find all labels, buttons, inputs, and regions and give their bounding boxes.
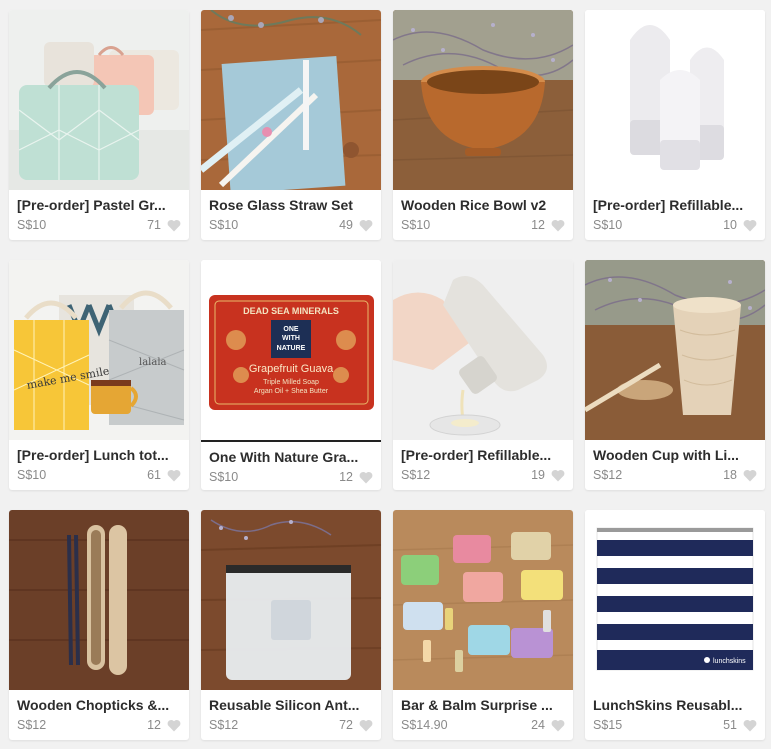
product-card[interactable]: Bar & Balm Surprise ... S$14.90 24 — [393, 510, 573, 740]
heart-icon[interactable] — [743, 219, 757, 232]
product-price: S$14.90 — [401, 718, 448, 732]
product-image[interactable] — [393, 10, 573, 190]
like-group[interactable]: 12 — [147, 718, 181, 732]
like-count: 12 — [147, 718, 161, 732]
soap-line1: Triple Milled Soap — [263, 379, 319, 386]
like-count: 71 — [147, 218, 161, 232]
like-count: 18 — [723, 468, 737, 482]
pouch-brand: lunchskins — [713, 658, 746, 665]
product-image[interactable] — [201, 10, 381, 190]
like-count: 10 — [723, 218, 737, 232]
like-group[interactable]: 19 — [531, 468, 565, 482]
product-card[interactable]: Wooden Chopticks &... S$12 12 — [9, 510, 189, 740]
product-price: S$12 — [17, 718, 47, 732]
product-title[interactable]: Bar & Balm Surprise ... — [401, 696, 565, 714]
svg-text:lalala: lalala — [139, 357, 167, 368]
product-image[interactable] — [585, 10, 765, 190]
heart-icon[interactable] — [359, 471, 373, 484]
soap-brand-top: DEAD SEA MINERALS — [243, 306, 339, 316]
product-image[interactable] — [393, 510, 573, 690]
product-title[interactable]: One With Nature Gra... — [209, 448, 373, 466]
product-title[interactable]: [Pre-order] Refillable... — [593, 196, 757, 214]
product-image[interactable]: lalala make me smile — [9, 260, 189, 440]
like-group[interactable]: 72 — [339, 718, 373, 732]
product-card[interactable]: lunchskins LunchSkins Reusabl... S$15 51 — [585, 510, 765, 740]
product-title[interactable]: Rose Glass Straw Set — [209, 196, 373, 214]
heart-icon[interactable] — [359, 219, 373, 232]
like-count: 51 — [723, 718, 737, 732]
product-grid: [Pre-order] Pastel Gr... S$10 71 Rose Gl… — [9, 10, 765, 740]
product-image[interactable]: lunchskins — [585, 510, 765, 690]
product-title[interactable]: [Pre-order] Refillable... — [401, 446, 565, 464]
heart-icon[interactable] — [551, 719, 565, 732]
product-title[interactable]: LunchSkins Reusabl... — [593, 696, 757, 714]
product-price: S$15 — [593, 718, 623, 732]
soap-logo-line1: ONE — [283, 326, 299, 333]
product-title[interactable]: [Pre-order] Pastel Gr... — [17, 196, 181, 214]
heart-icon[interactable] — [167, 469, 181, 482]
product-card[interactable]: Wooden Cup with Li... S$12 18 — [585, 260, 765, 490]
soap-line2: Argan Oil + Shea Butter — [254, 388, 329, 395]
like-count: 49 — [339, 218, 353, 232]
product-price: S$10 — [593, 218, 623, 232]
product-price: S$10 — [17, 468, 47, 482]
product-card[interactable]: [Pre-order] Pastel Gr... S$10 71 — [9, 10, 189, 240]
like-count: 72 — [339, 718, 353, 732]
soap-flavor: Grapefruit Guava — [249, 363, 334, 375]
like-count: 19 — [531, 468, 545, 482]
product-price: S$10 — [17, 218, 47, 232]
like-count: 61 — [147, 468, 161, 482]
like-group[interactable]: 61 — [147, 468, 181, 482]
product-card[interactable]: Wooden Rice Bowl v2 S$10 12 — [393, 10, 573, 240]
product-image[interactable] — [9, 510, 189, 690]
product-image[interactable] — [393, 260, 573, 440]
product-title[interactable]: Reusable Silicon Ant... — [209, 696, 373, 714]
product-card[interactable]: lalala make me smile [Pre-order] Lunch t… — [9, 260, 189, 490]
product-price: S$12 — [401, 468, 431, 482]
product-price: S$10 — [209, 218, 239, 232]
product-card[interactable]: [Pre-order] Refillable... S$12 19 — [393, 260, 573, 490]
product-title[interactable]: Wooden Cup with Li... — [593, 446, 757, 464]
like-group[interactable]: 12 — [531, 218, 565, 232]
product-title[interactable]: Wooden Rice Bowl v2 — [401, 196, 565, 214]
heart-icon[interactable] — [743, 469, 757, 482]
heart-icon[interactable] — [359, 719, 373, 732]
product-card[interactable]: Reusable Silicon Ant... S$12 72 — [201, 510, 381, 740]
product-image[interactable] — [9, 10, 189, 190]
product-price: S$10 — [209, 470, 239, 484]
heart-icon[interactable] — [743, 719, 757, 732]
heart-icon[interactable] — [167, 719, 181, 732]
product-card[interactable]: Rose Glass Straw Set S$10 49 — [201, 10, 381, 240]
like-count: 12 — [531, 218, 545, 232]
product-title[interactable]: [Pre-order] Lunch tot... — [17, 446, 181, 464]
product-price: S$10 — [401, 218, 431, 232]
like-group[interactable]: 24 — [531, 718, 565, 732]
heart-icon[interactable] — [551, 219, 565, 232]
like-group[interactable]: 18 — [723, 468, 757, 482]
like-count: 12 — [339, 470, 353, 484]
like-group[interactable]: 51 — [723, 718, 757, 732]
product-price: S$12 — [593, 468, 623, 482]
like-group[interactable]: 10 — [723, 218, 757, 232]
heart-icon[interactable] — [551, 469, 565, 482]
soap-logo-line2: WITH — [282, 335, 300, 342]
like-group[interactable]: 71 — [147, 218, 181, 232]
like-count: 24 — [531, 718, 545, 732]
product-image[interactable] — [201, 510, 381, 690]
heart-icon[interactable] — [167, 219, 181, 232]
product-title[interactable]: Wooden Chopticks &... — [17, 696, 181, 714]
product-image[interactable]: DEAD SEA MINERALS ONE WITH NATURE Grapef… — [201, 260, 381, 440]
soap-logo-line3: NATURE — [277, 345, 306, 352]
like-group[interactable]: 12 — [339, 470, 373, 484]
product-card[interactable]: DEAD SEA MINERALS ONE WITH NATURE Grapef… — [201, 260, 381, 490]
product-image[interactable] — [585, 260, 765, 440]
product-price: S$12 — [209, 718, 239, 732]
like-group[interactable]: 49 — [339, 218, 373, 232]
product-card[interactable]: [Pre-order] Refillable... S$10 10 — [585, 10, 765, 240]
